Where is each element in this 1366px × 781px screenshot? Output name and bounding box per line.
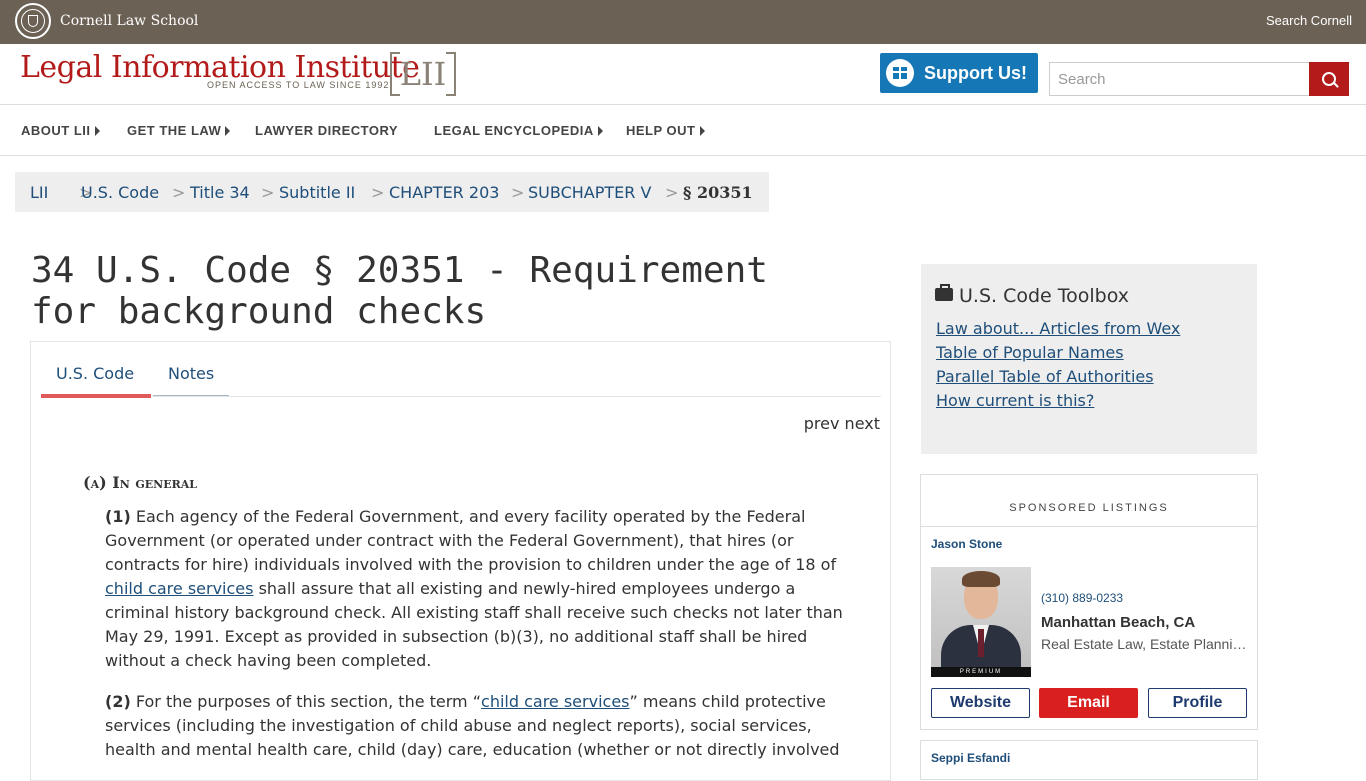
breadcrumb-separator: > (172, 183, 186, 202)
sponsored-listing-2: Seppi Esfandi (920, 740, 1258, 780)
caret-right-icon (225, 126, 231, 136)
toolbox-link-how-current[interactable]: How current is this? (936, 391, 1094, 410)
lii-mark: LII (399, 55, 447, 93)
nav-about-lii-label: ABOUT LII (21, 123, 91, 138)
lawyer-name-link[interactable]: Seppi Esfandi (931, 751, 1010, 765)
lawyer-photo[interactable]: PREMIUM (931, 567, 1031, 677)
search-submit-button[interactable] (1309, 62, 1349, 96)
breadcrumb-lii[interactable]: LII (30, 183, 48, 202)
premium-badge: PREMIUM (931, 667, 1031, 677)
content-tabs: U.S. Code Notes (41, 342, 881, 398)
paragraph-2-number: (2) (105, 692, 131, 711)
breadcrumb-separator: > (665, 183, 679, 202)
lawyer-practice-areas: Real Estate Law, Estate Planning (1041, 636, 1247, 652)
nav-help-out[interactable]: HELP OUT (626, 123, 705, 138)
website-button[interactable]: Website (931, 688, 1030, 718)
paragraph-1: (1) Each agency of the Federal Governmen… (105, 505, 855, 673)
tab-underline (153, 395, 229, 396)
lawyer-phone-link[interactable]: (310) 889-0233 (1041, 591, 1123, 605)
us-code-toolbox: U.S. Code Toolbox Law about... Articles … (921, 264, 1257, 454)
nav-lawyer-directory[interactable]: LAWYER DIRECTORY (255, 123, 398, 138)
caret-right-icon (94, 126, 100, 136)
photo-tie (978, 629, 984, 657)
cornell-seal-icon[interactable] (15, 3, 51, 39)
breadcrumb: LII > U.S. Code > Title 34 > Subtitle II… (15, 172, 769, 212)
tab-notes[interactable]: Notes (168, 364, 214, 383)
lawyer-city: Manhattan Beach, CA (1041, 614, 1196, 631)
child-care-services-link[interactable]: child care services (105, 579, 253, 598)
breadcrumb-current: § 20351 (683, 183, 753, 202)
tab-us-code[interactable]: U.S. Code (56, 364, 134, 383)
photo-hair (962, 571, 1000, 587)
site-search-input[interactable] (1049, 62, 1310, 96)
sponsored-listings: SPONSORED LISTINGS Jason Stone PREMIUM (… (920, 474, 1258, 730)
toolbox-link-wex[interactable]: Law about... Articles from Wex (936, 319, 1180, 338)
nav-legal-encyclopedia[interactable]: LEGAL ENCYCLOPEDIA (434, 123, 603, 138)
prev-link[interactable]: prev (804, 414, 840, 433)
gift-icon (886, 59, 914, 87)
page-title: 34 U.S. Code § 20351 - Requirement for b… (31, 250, 768, 332)
lii-bracket-logo[interactable]: LII (390, 52, 456, 96)
toolbox-title: U.S. Code Toolbox (935, 284, 1130, 307)
caret-right-icon (699, 126, 705, 136)
nav-get-the-law[interactable]: GET THE LAW (127, 123, 231, 138)
search-cornell-link[interactable]: Search Cornell (1266, 13, 1352, 28)
lawyer-name-link[interactable]: Jason Stone (931, 537, 1002, 551)
breadcrumb-title-34[interactable]: Title 34 (190, 183, 250, 202)
logo-tagline: OPEN ACCESS TO LAW SINCE 1992 (207, 80, 390, 90)
support-us-button[interactable]: Support Us! (880, 53, 1038, 93)
next-link[interactable]: next (845, 414, 880, 433)
breadcrumb-us-code[interactable]: U.S. Code (81, 183, 159, 202)
child-care-services-link[interactable]: child care services (481, 692, 629, 711)
prev-next-nav: prev next (804, 414, 880, 433)
section-heading-text: (a) In general (83, 473, 197, 492)
caret-right-icon (597, 126, 603, 136)
profile-button[interactable]: Profile (1148, 688, 1247, 718)
breadcrumb-chapter-203[interactable]: CHAPTER 203 (389, 183, 499, 202)
active-tab-indicator (41, 394, 151, 398)
nav-lawyer-directory-label: LAWYER DIRECTORY (255, 123, 399, 138)
sponsored-heading-text: SPONSORED LISTINGS (1009, 502, 1169, 514)
statute-content: U.S. Code Notes prev next (a) In general… (30, 341, 891, 781)
paragraph-1-text-a: Each agency of the Federal Government, a… (105, 507, 837, 574)
breadcrumb-separator: > (511, 183, 525, 202)
breadcrumb-subchapter-v[interactable]: SUBCHAPTER V (528, 183, 651, 202)
cornell-law-school-link[interactable]: Cornell Law School (60, 13, 198, 29)
email-button[interactable]: Email (1039, 688, 1138, 718)
site-header: Legal Information Institute OPEN ACCESS … (0, 44, 1366, 105)
nav-get-the-law-label: GET THE LAW (127, 123, 222, 138)
support-us-label: Support Us! (924, 63, 1027, 83)
nav-legal-encyclopedia-label: LEGAL ENCYCLOPEDIA (434, 123, 594, 138)
search-icon (1322, 72, 1336, 86)
cornell-topbar: Cornell Law School Search Cornell (0, 0, 1366, 44)
paragraph-2: (2) For the purposes of this section, th… (105, 690, 855, 762)
breadcrumb-separator: > (261, 183, 275, 202)
paragraph-1-number: (1) (105, 507, 131, 526)
sponsored-heading: SPONSORED LISTINGS (921, 475, 1257, 527)
paragraph-2-text-a: For the purposes of this section, the te… (130, 692, 482, 711)
toolbox-link-popular-names[interactable]: Table of Popular Names (936, 343, 1124, 362)
nav-about-lii[interactable]: ABOUT LII (21, 123, 100, 138)
section-heading: (a) In general (83, 473, 197, 492)
breadcrumb-subtitle-ii[interactable]: Subtitle II (279, 183, 355, 202)
toolbox-link-parallel-table[interactable]: Parallel Table of Authorities (936, 367, 1154, 386)
main-nav: ABOUT LII GET THE LAW LAWYER DIRECTORY L… (0, 105, 1366, 156)
breadcrumb-separator: > (371, 183, 385, 202)
briefcase-icon (935, 284, 953, 301)
toolbox-title-text: U.S. Code Toolbox (959, 285, 1130, 307)
nav-help-out-label: HELP OUT (626, 123, 696, 138)
